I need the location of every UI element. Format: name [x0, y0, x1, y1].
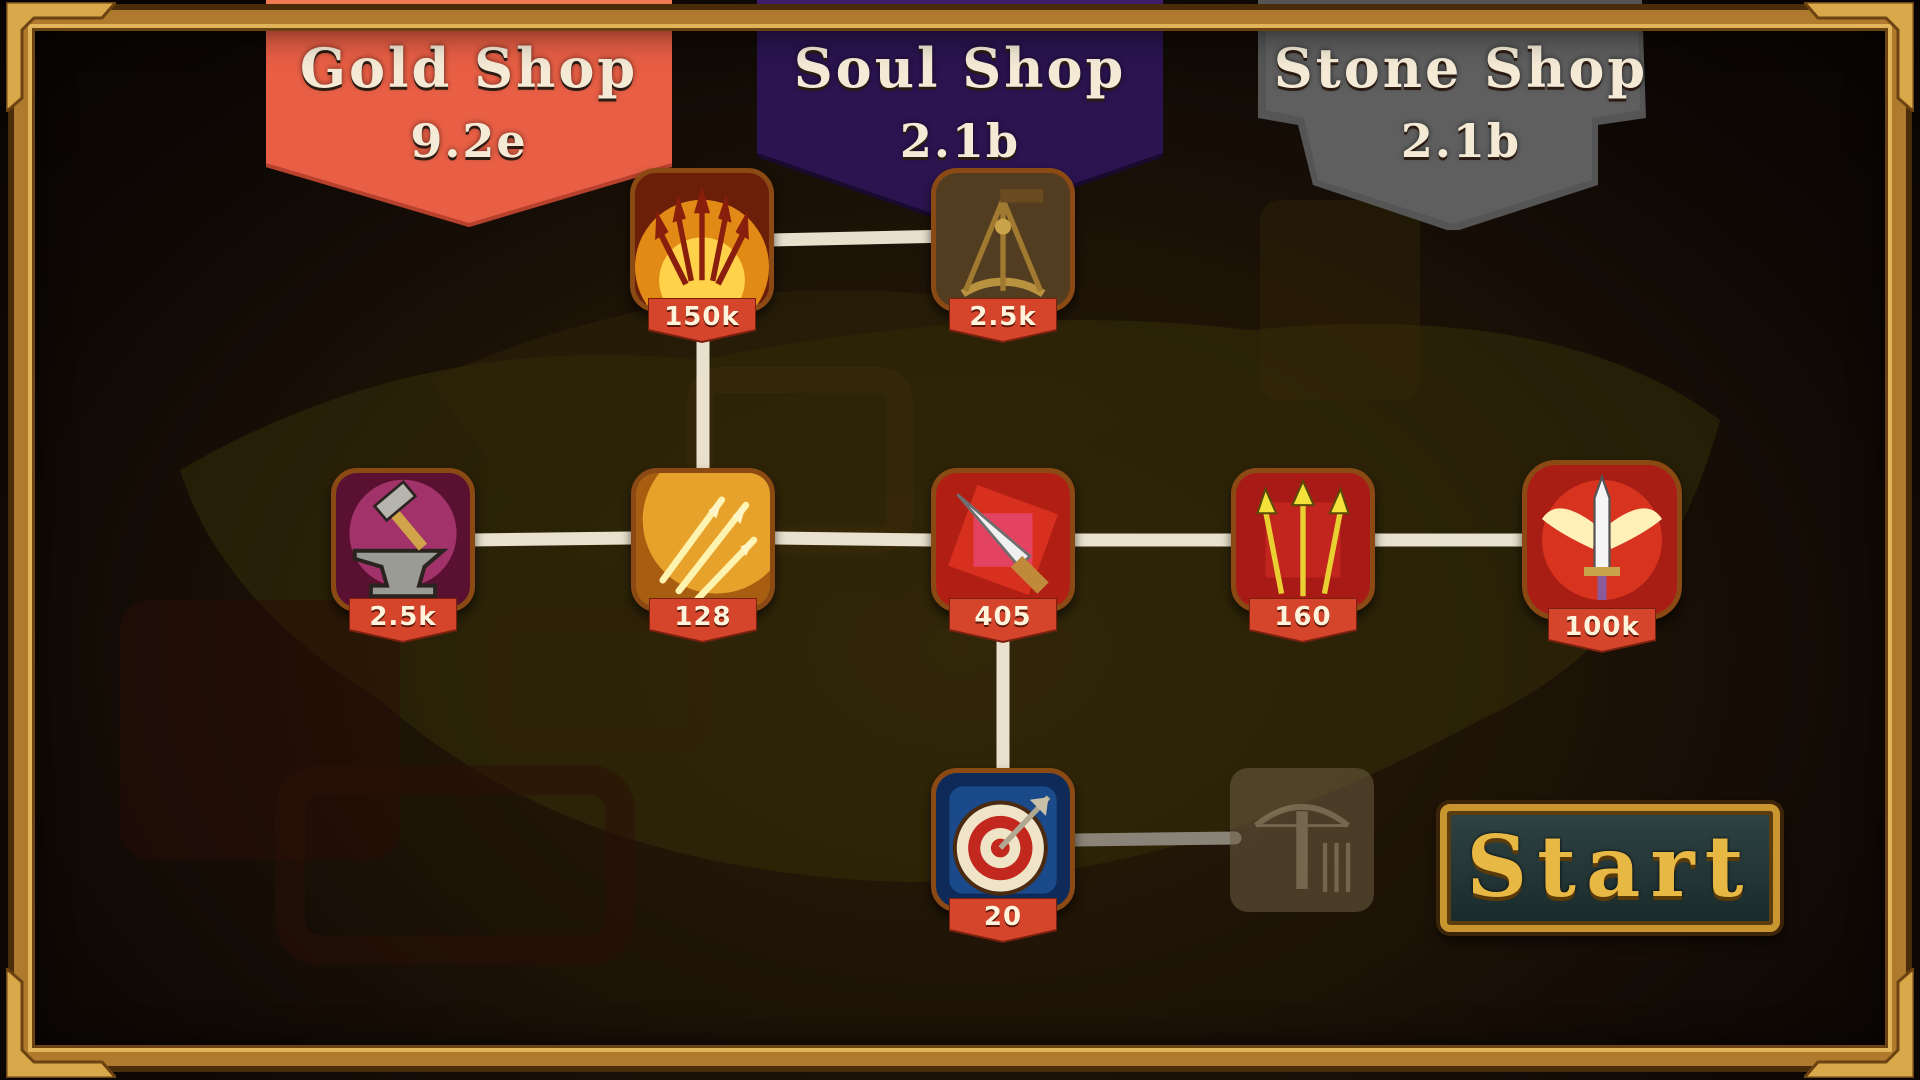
- frame-corner-bottom-right: [1804, 968, 1914, 1078]
- frame-corner-top-right: [1804, 2, 1914, 112]
- ornate-frame: [14, 10, 1906, 1066]
- skill-tree-screen: Gold Shop 9.2e Soul Shop 2.1b Stone Shop…: [0, 0, 1920, 1080]
- frame-corner-top-left: [6, 2, 116, 112]
- frame-corner-bottom-left: [6, 968, 116, 1078]
